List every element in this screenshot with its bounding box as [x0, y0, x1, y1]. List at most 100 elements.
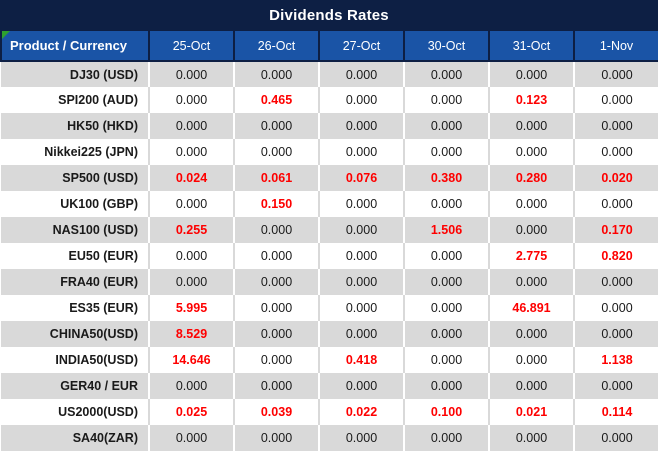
- value-cell: 0.000: [318, 217, 404, 243]
- product-cell: FRA40 (EUR): [1, 269, 149, 295]
- value-cell: 0.000: [403, 61, 489, 87]
- value-cell: 0.000: [403, 425, 489, 451]
- product-cell: SA40(ZAR): [1, 425, 149, 451]
- value-cell: 0.000: [488, 217, 574, 243]
- value-cell: 0.000: [403, 295, 489, 321]
- value-cell: 0.000: [318, 139, 404, 165]
- table-row: DJ30 (USD) 0.000 0.000 0.000 0.000 0.000 0.000: [1, 61, 658, 87]
- date-header: 25-Oct: [148, 31, 234, 62]
- value-cell: 0.000: [403, 191, 489, 217]
- value-cell: 0.000: [318, 295, 404, 321]
- date-header: 26-Oct: [233, 31, 319, 62]
- value-cell: 0.000: [573, 139, 658, 165]
- value-cell: 0.000: [233, 425, 319, 451]
- table-row: UK100 (GBP) 0.000 0.150 0.000 0.000 0.000 0.00…: [1, 191, 658, 217]
- value-cell: 0.000: [488, 191, 574, 217]
- date-header: 30-Oct: [403, 31, 489, 62]
- table-row: ES35 (EUR) 5.995 0.000 0.000 0.000 46.891 0.00…: [1, 295, 658, 321]
- product-cell: SP500 (USD): [1, 165, 149, 191]
- value-cell: 0.000: [318, 243, 404, 269]
- value-cell: 0.000: [318, 191, 404, 217]
- value-cell: 0.000: [488, 347, 574, 373]
- table-row: SPI200 (AUD) 0.000 0.465 0.000 0.000 0.123 0.0…: [1, 87, 658, 113]
- product-cell: DJ30 (USD): [1, 61, 149, 87]
- page-title: Dividends Rates: [269, 7, 389, 24]
- value-cell: 0.170: [573, 217, 658, 243]
- value-cell: 0.820: [573, 243, 658, 269]
- value-cell: 8.529: [148, 321, 234, 347]
- product-cell: SPI200 (AUD): [1, 87, 149, 113]
- value-cell: 0.000: [403, 139, 489, 165]
- date-header: 1-Nov: [573, 31, 658, 62]
- table-row: US2000(USD) 0.025 0.039 0.022 0.100 0.021 0.11…: [1, 399, 658, 425]
- product-cell: CHINA50(USD): [1, 321, 149, 347]
- product-cell: GER40 / EUR: [1, 373, 149, 399]
- value-cell: 0.000: [573, 61, 658, 87]
- value-cell: 0.465: [233, 87, 319, 113]
- value-cell: 0.000: [148, 373, 234, 399]
- table-row: SA40(ZAR) 0.000 0.000 0.000 0.000 0.000 0.000: [1, 425, 658, 451]
- value-cell: 0.000: [148, 191, 234, 217]
- table-row: EU50 (EUR) 0.000 0.000 0.000 0.000 2.775 0.820: [1, 243, 658, 269]
- value-cell: 0.000: [233, 321, 319, 347]
- value-cell: 0.076: [318, 165, 404, 191]
- value-cell: 0.000: [573, 373, 658, 399]
- value-cell: 0.000: [488, 61, 574, 87]
- value-cell: 0.123: [488, 87, 574, 113]
- value-cell: 0.000: [233, 295, 319, 321]
- cell-corner-triangle-icon: [2, 31, 10, 39]
- value-cell: 0.000: [403, 347, 489, 373]
- value-cell: 0.000: [403, 269, 489, 295]
- value-cell: 0.061: [233, 165, 319, 191]
- table-row: INDIA50(USD) 14.646 0.000 0.418 0.000 0.000 1.…: [1, 347, 658, 373]
- value-cell: 0.000: [403, 321, 489, 347]
- value-cell: 0.000: [233, 243, 319, 269]
- value-cell: 0.000: [573, 87, 658, 113]
- value-cell: 0.000: [488, 373, 574, 399]
- value-cell: 0.000: [573, 269, 658, 295]
- value-cell: 0.000: [233, 113, 319, 139]
- value-cell: 0.000: [233, 269, 319, 295]
- product-cell: INDIA50(USD): [1, 347, 149, 373]
- table-row: FRA40 (EUR) 0.000 0.000 0.000 0.000 0.000 0.00…: [1, 269, 658, 295]
- value-cell: 0.000: [318, 269, 404, 295]
- value-cell: 0.000: [148, 269, 234, 295]
- value-cell: 0.000: [488, 113, 574, 139]
- value-cell: 5.995: [148, 295, 234, 321]
- value-cell: 0.000: [488, 321, 574, 347]
- product-cell: NAS100 (USD): [1, 217, 149, 243]
- value-cell: 0.000: [233, 217, 319, 243]
- value-cell: 0.114: [573, 399, 658, 425]
- table-row: GER40 / EUR 0.000 0.000 0.000 0.000 0.000 0.00…: [1, 373, 658, 399]
- value-cell: 0.000: [573, 321, 658, 347]
- value-cell: 0.000: [573, 191, 658, 217]
- date-header: 27-Oct: [318, 31, 404, 62]
- table-row: Nikkei225 (JPN) 0.000 0.000 0.000 0.000 0.000…: [1, 139, 658, 165]
- value-cell: 0.000: [318, 61, 404, 87]
- value-cell: 0.000: [233, 347, 319, 373]
- value-cell: 0.000: [148, 139, 234, 165]
- value-cell: 0.000: [233, 139, 319, 165]
- value-cell: 0.000: [573, 295, 658, 321]
- value-cell: 0.000: [318, 113, 404, 139]
- value-cell: 0.024: [148, 165, 234, 191]
- value-cell: 0.020: [573, 165, 658, 191]
- table-row: HK50 (HKD) 0.000 0.000 0.000 0.000 0.000 0.000: [1, 113, 658, 139]
- table-row: SP500 (USD) 0.024 0.061 0.076 0.380 0.280 0.02…: [1, 165, 658, 191]
- value-cell: 1.138: [573, 347, 658, 373]
- value-cell: 2.775: [488, 243, 574, 269]
- value-cell: 0.000: [403, 87, 489, 113]
- value-cell: 0.000: [148, 113, 234, 139]
- value-cell: 0.000: [318, 321, 404, 347]
- value-cell: 0.000: [318, 87, 404, 113]
- product-cell: ES35 (EUR): [1, 295, 149, 321]
- value-cell: 0.380: [403, 165, 489, 191]
- value-cell: 0.000: [403, 373, 489, 399]
- value-cell: 46.891: [488, 295, 574, 321]
- value-cell: 0.418: [318, 347, 404, 373]
- table-row: CHINA50(USD) 8.529 0.000 0.000 0.000 0.000 0.0…: [1, 321, 658, 347]
- date-header: 31-Oct: [488, 31, 574, 62]
- corner-header-label: Product / Currency: [10, 38, 128, 53]
- value-cell: 0.000: [573, 425, 658, 451]
- value-cell: 0.000: [318, 425, 404, 451]
